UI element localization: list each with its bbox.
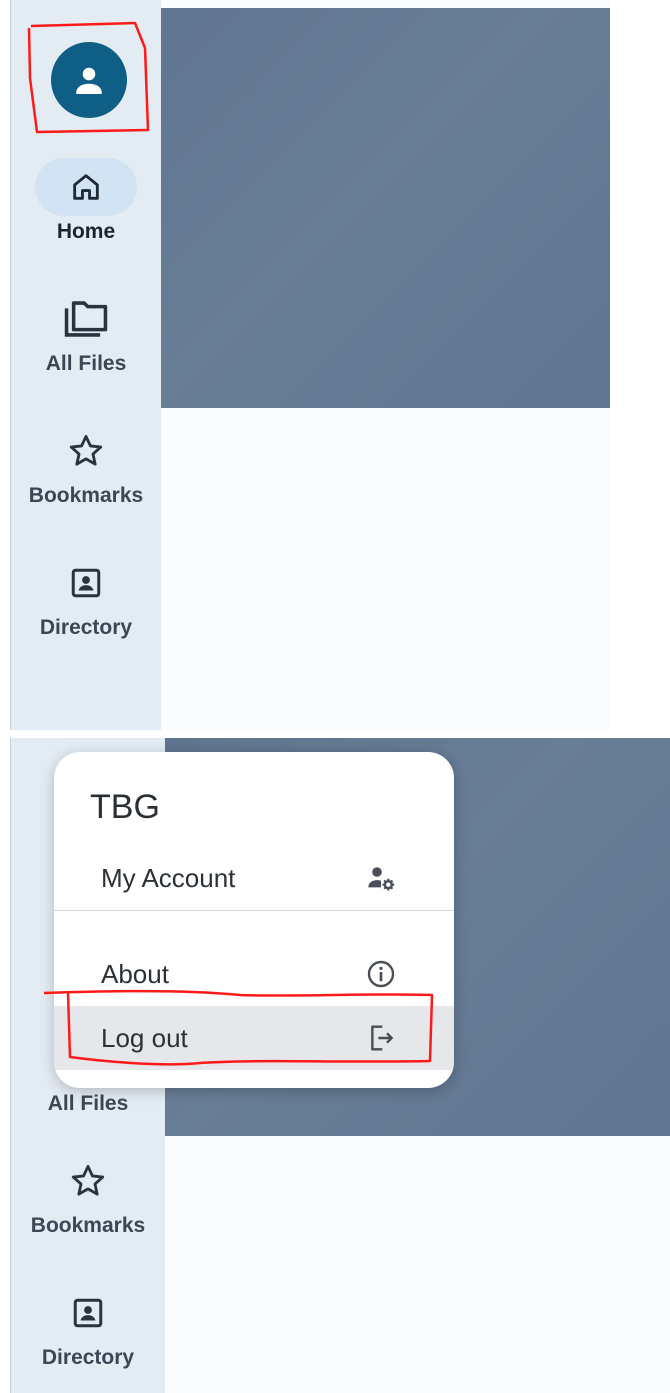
folders-icon xyxy=(64,301,108,337)
menu-title: TBG xyxy=(90,788,160,826)
sidebar-item-all-files[interactable]: All Files xyxy=(11,1088,165,1116)
sidebar-item-label: Bookmarks xyxy=(30,1214,146,1237)
sidebar-item-label: Home xyxy=(56,220,116,243)
sidebar-item-label: Directory xyxy=(41,1346,135,1369)
sidebar-item-directory[interactable]: Directory xyxy=(11,554,161,640)
sidebar-item-label: All Files xyxy=(47,1092,129,1115)
star-icon xyxy=(71,1165,105,1196)
menu-divider xyxy=(54,910,454,911)
screenshot-bottom: All Files Bookmarks Directory TBG My Acc… xyxy=(10,738,670,1393)
nav-pill xyxy=(37,1284,139,1342)
person-icon xyxy=(76,67,102,94)
nav-pill xyxy=(35,290,137,348)
menu-item-about[interactable]: About xyxy=(54,942,454,1006)
menu-item-my-account[interactable]: My Account xyxy=(54,846,454,910)
account-menu: TBG My Account About Log out xyxy=(54,752,454,1088)
contact-card-icon xyxy=(71,568,101,598)
screenshot-top: Home All Files Bookmarks Directory xyxy=(10,0,610,730)
sidebar-item-all-files[interactable]: All Files xyxy=(11,290,161,376)
sidebar-item-bookmarks[interactable]: Bookmarks xyxy=(11,1152,165,1238)
star-icon xyxy=(69,435,103,466)
contact-card-icon xyxy=(73,1298,103,1328)
sidebar-item-home[interactable]: Home xyxy=(11,158,161,244)
nav-pill xyxy=(35,554,137,612)
nav-pill xyxy=(37,1152,139,1210)
menu-item-label: About xyxy=(101,958,169,989)
info-icon xyxy=(367,960,395,988)
main-content xyxy=(161,0,610,730)
nav-pill xyxy=(35,158,137,216)
sidebar-item-label: All Files xyxy=(45,352,127,375)
sidebar: Home All Files Bookmarks Directory xyxy=(10,0,162,730)
sidebar-item-label: Directory xyxy=(39,616,133,639)
menu-item-label: My Account xyxy=(101,862,236,893)
sidebar-item-label: Bookmarks xyxy=(28,484,144,507)
avatar-button[interactable] xyxy=(51,42,127,118)
nav-pill xyxy=(35,422,137,480)
sidebar-item-directory[interactable]: Directory xyxy=(11,1284,165,1370)
hero-banner xyxy=(161,8,610,408)
sidebar-item-bookmarks[interactable]: Bookmarks xyxy=(11,422,161,508)
logout-icon xyxy=(371,1025,393,1051)
home-icon xyxy=(73,174,99,200)
manage-account-icon xyxy=(368,867,395,891)
menu-item-log-out[interactable]: Log out xyxy=(54,1006,454,1070)
menu-item-label: Log out xyxy=(101,1022,188,1053)
